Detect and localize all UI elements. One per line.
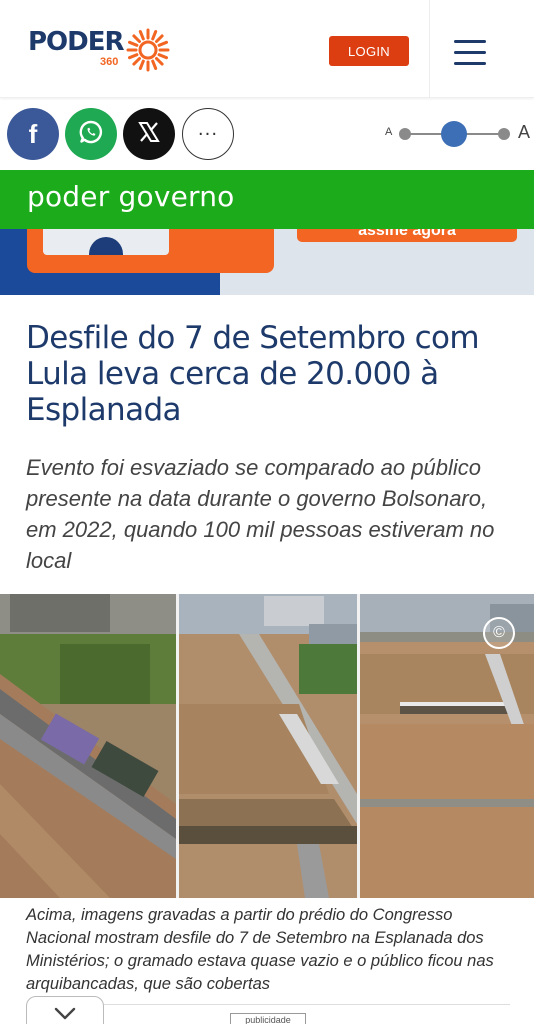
- whatsapp-share-button[interactable]: [65, 108, 117, 160]
- section-label: poder governo: [27, 180, 235, 213]
- ad-banner[interactable]: assine agora: [0, 229, 534, 295]
- photo-caption: Acima, imagens gravadas a partir do préd…: [26, 906, 494, 993]
- header-divider: [429, 0, 430, 98]
- x-share-button[interactable]: [123, 108, 175, 160]
- login-button[interactable]: LOGIN: [329, 36, 409, 66]
- chevron-down-icon: [54, 1007, 76, 1024]
- facebook-share-button[interactable]: f: [7, 108, 59, 160]
- copyright-icon[interactable]: ©: [483, 617, 515, 649]
- ad-device-card: [27, 229, 274, 273]
- font-size-small-label: A: [385, 126, 393, 138]
- font-size-knob[interactable]: [441, 121, 467, 147]
- font-size-step[interactable]: [498, 128, 510, 140]
- more-dots-icon: ···: [197, 123, 219, 145]
- font-size-large-label: A: [517, 122, 530, 142]
- advertisement-label: publicidade: [230, 1013, 306, 1024]
- x-logo-icon: [138, 121, 160, 148]
- article-photo[interactable]: ©: [0, 594, 534, 898]
- logo-wordmark: PODER: [28, 27, 125, 57]
- more-share-button[interactable]: ···: [182, 108, 234, 160]
- ad-cta-button[interactable]: assine agora: [297, 229, 517, 242]
- poder360-logo[interactable]: PODER 360: [28, 26, 170, 72]
- whatsapp-icon: [78, 119, 104, 150]
- hamburger-menu-icon[interactable]: [450, 36, 490, 68]
- photo-panel-left: [0, 594, 176, 898]
- ad-person-icon: [89, 237, 123, 255]
- logo-sun-icon: [126, 28, 170, 72]
- article-headline: Desfile do 7 de Setembro com Lula leva c…: [26, 320, 480, 428]
- ad-screen: [43, 229, 169, 255]
- logo-number: 360: [100, 56, 119, 68]
- font-size-slider[interactable]: A A: [385, 120, 530, 148]
- font-size-step[interactable]: [399, 128, 411, 140]
- photo-panel-middle: [179, 594, 357, 898]
- collapse-button[interactable]: [26, 996, 104, 1024]
- facebook-icon: f: [28, 118, 38, 149]
- site-header: PODER 360 LOGIN: [0, 0, 534, 98]
- section-banner[interactable]: poder governo: [0, 170, 534, 229]
- article-subheadline: Evento foi esvaziado se comparado ao púb…: [26, 455, 495, 573]
- share-bar: f ··· A A: [0, 100, 534, 170]
